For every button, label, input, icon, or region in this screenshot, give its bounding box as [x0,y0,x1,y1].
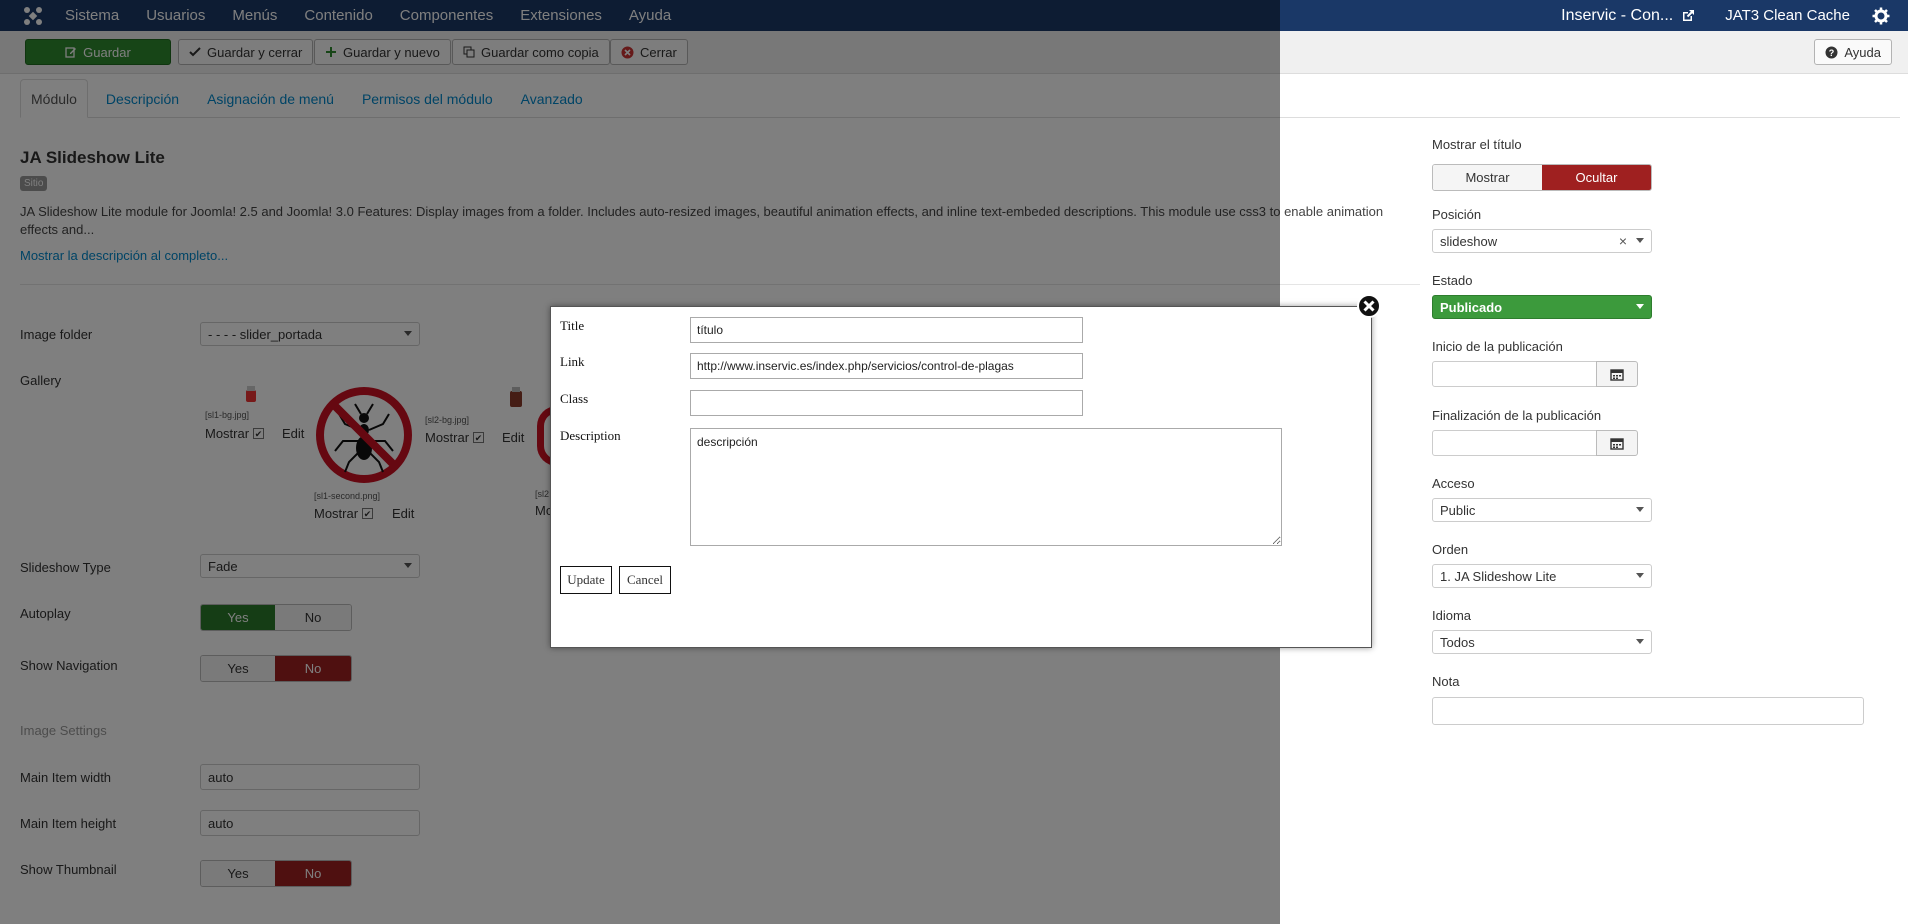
note-input[interactable] [1432,697,1864,725]
modal-title-input[interactable]: título [690,317,1083,343]
position-select[interactable]: slideshow × [1432,229,1652,253]
publish-down-label: Finalización de la publicación [1432,408,1602,423]
publish-down-input[interactable] [1432,430,1597,456]
modal-title-label: Title [560,318,585,333]
publish-down-calendar-button[interactable] [1596,430,1638,456]
show-title-mostrar-button[interactable]: Mostrar [1433,165,1542,190]
chevron-down-icon [1636,639,1644,644]
language-select[interactable]: Todos [1432,630,1652,654]
help-icon: ? [1825,46,1838,58]
modal-description-textarea[interactable]: descripción [690,428,1282,546]
modal-class-input[interactable] [690,390,1083,416]
publish-up-calendar-button[interactable] [1596,361,1638,387]
close-icon[interactable] [1357,294,1381,318]
chevron-down-icon [1636,573,1644,578]
state-select[interactable]: Publicado [1432,295,1652,319]
position-label: Posición [1432,207,1482,222]
order-select[interactable]: 1. JA Slideshow Lite [1432,564,1652,588]
calendar-icon [1610,368,1624,381]
show-title-toggle: Mostrar Ocultar [1432,164,1652,191]
show-title-ocultar-button[interactable]: Ocultar [1542,165,1651,190]
edit-image-modal: Title título Link http://www.inservic.es… [550,306,1372,648]
chevron-down-icon [1636,238,1644,243]
clear-icon[interactable]: × [1619,233,1627,249]
order-label: Orden [1432,542,1469,557]
external-link-icon [1683,9,1695,21]
cancel-button[interactable]: Cancel [619,566,671,594]
access-label: Acceso [1432,476,1475,491]
show-title-label: Mostrar el título [1432,137,1522,152]
help-button[interactable]: ? Ayuda [1814,39,1892,65]
site-link[interactable]: Inservic - Con... [1561,7,1673,25]
modal-link-input[interactable]: http://www.inservic.es/index.php/servici… [690,353,1083,379]
gear-icon[interactable] [1872,7,1890,25]
publish-up-label: Inicio de la publicación [1432,339,1563,354]
calendar-icon [1610,437,1624,450]
access-select[interactable]: Public [1432,498,1652,522]
svg-text:?: ? [1829,48,1835,58]
update-button[interactable]: Update [560,566,612,594]
modal-link-label: Link [560,354,585,369]
chevron-down-icon [1636,304,1644,309]
modal-description-label: Description [560,428,621,443]
state-label: Estado [1432,273,1473,288]
language-label: Idioma [1432,608,1472,623]
jat3-clean-cache-link[interactable]: JAT3 Clean Cache [1725,7,1850,24]
modal-class-label: Class [560,391,589,406]
note-label: Nota [1432,674,1460,689]
publish-up-input[interactable] [1432,361,1597,387]
chevron-down-icon [1636,507,1644,512]
